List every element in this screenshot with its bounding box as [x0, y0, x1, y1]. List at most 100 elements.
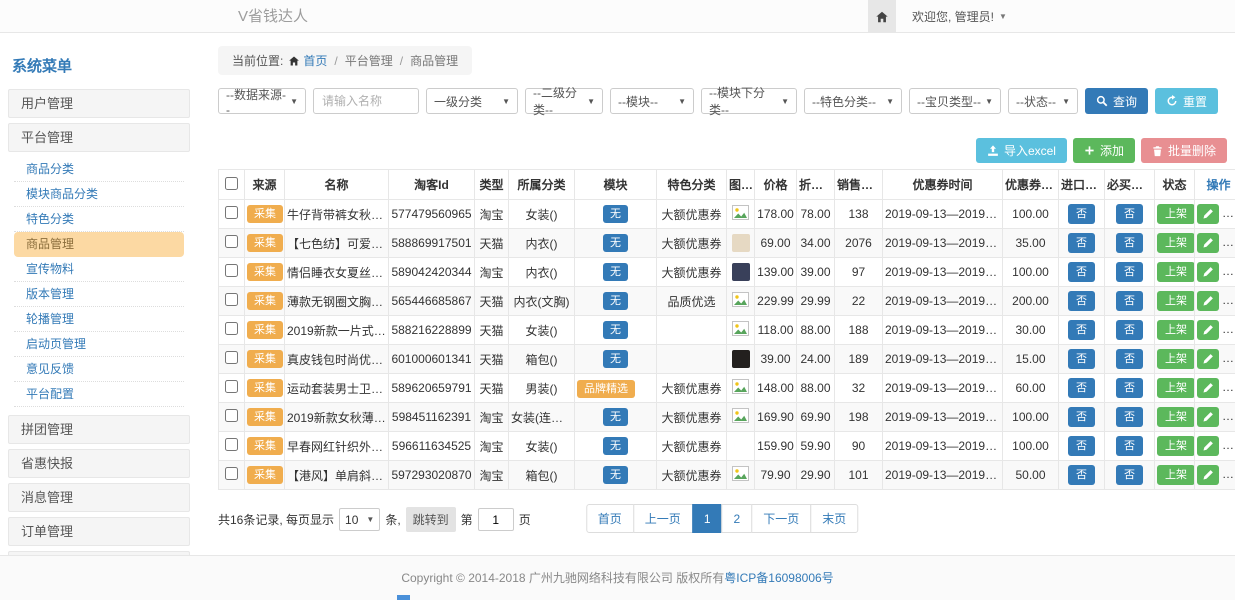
import-toggle-badge[interactable]: 否	[1068, 204, 1095, 224]
status-badge[interactable]: 上架	[1157, 465, 1195, 485]
row-checkbox[interactable]	[225, 351, 238, 364]
edit-button[interactable]	[1197, 233, 1219, 253]
sidebar-group-item[interactable]: 拼团管理	[8, 415, 190, 444]
sidebar-sub-item[interactable]: 平台配置	[14, 382, 184, 407]
must-buy-toggle-badge[interactable]: 否	[1116, 320, 1143, 340]
sales-cell: 32	[835, 374, 883, 403]
must-buy-toggle-badge[interactable]: 否	[1116, 262, 1143, 282]
filter-select[interactable]: --宝贝类型--▼	[909, 88, 1001, 114]
status-badge[interactable]: 上架	[1157, 291, 1195, 311]
sidebar-sub-item[interactable]: 模块商品分类	[14, 182, 184, 207]
import-excel-button[interactable]: 导入excel	[976, 138, 1067, 163]
status-badge[interactable]: 上架	[1157, 262, 1195, 282]
import-toggle-badge[interactable]: 否	[1068, 233, 1095, 253]
import-toggle-badge[interactable]: 否	[1068, 407, 1095, 427]
must-buy-toggle-badge[interactable]: 否	[1116, 233, 1143, 253]
status-badge[interactable]: 上架	[1157, 320, 1195, 340]
sidebar-sub-item[interactable]: 宣传物料	[14, 257, 184, 282]
edit-button[interactable]	[1197, 436, 1219, 456]
row-checkbox[interactable]	[225, 206, 238, 219]
page-number-input[interactable]	[478, 508, 514, 531]
sidebar-sub-item[interactable]: 启动页管理	[14, 332, 184, 357]
edit-button[interactable]	[1197, 407, 1219, 427]
import-toggle-badge[interactable]: 否	[1068, 378, 1095, 398]
import-toggle-badge[interactable]: 否	[1068, 436, 1095, 456]
name-search-input[interactable]	[313, 88, 419, 114]
import-toggle-badge[interactable]: 否	[1068, 291, 1095, 311]
page-button[interactable]: 首页	[586, 504, 634, 533]
sidebar-sub-item[interactable]: 意见反馈	[14, 357, 184, 382]
breadcrumb-item: 商品管理	[410, 52, 458, 69]
status-badge[interactable]: 上架	[1157, 407, 1195, 427]
taoke-id-cell: 577479560965	[389, 200, 475, 229]
page-button-active[interactable]: 1	[692, 504, 723, 533]
edit-button[interactable]	[1197, 349, 1219, 369]
icp-link[interactable]: 粤ICP备16098006号	[724, 571, 833, 585]
must-buy-toggle-badge[interactable]: 否	[1116, 349, 1143, 369]
sidebar-group-item[interactable]: 订单管理	[8, 517, 190, 546]
sidebar-sub-item[interactable]: 商品分类	[14, 157, 184, 182]
page-button[interactable]: 末页	[810, 504, 858, 533]
per-page-select[interactable]: 10 ▼	[339, 508, 380, 531]
must-buy-toggle-badge[interactable]: 否	[1116, 204, 1143, 224]
sidebar-sub-item-active[interactable]: 商品管理	[14, 232, 184, 257]
row-checkbox[interactable]	[225, 264, 238, 277]
status-badge[interactable]: 上架	[1157, 233, 1195, 253]
sidebar-sub-item[interactable]: 版本管理	[14, 282, 184, 307]
import-toggle-badge[interactable]: 否	[1068, 465, 1095, 485]
jump-button[interactable]: 跳转到	[406, 507, 456, 532]
status-badge[interactable]: 上架	[1157, 378, 1195, 398]
reset-button[interactable]: 重置	[1155, 88, 1218, 114]
page-button[interactable]: 2	[722, 504, 753, 533]
edit-button[interactable]	[1197, 262, 1219, 282]
import-toggle-badge[interactable]: 否	[1068, 349, 1095, 369]
row-checkbox[interactable]	[225, 293, 238, 306]
row-checkbox[interactable]	[225, 235, 238, 248]
filter-select[interactable]: --模块--▼	[610, 88, 694, 114]
sidebar-group-item[interactable]: 省惠快报	[8, 449, 190, 478]
home-button[interactable]	[868, 0, 896, 33]
row-checkbox[interactable]	[225, 380, 238, 393]
must-buy-toggle-badge[interactable]: 否	[1116, 465, 1143, 485]
sidebar-sub-item[interactable]: 特色分类	[14, 207, 184, 232]
edit-button[interactable]	[1197, 291, 1219, 311]
status-badge[interactable]: 上架	[1157, 349, 1195, 369]
user-menu[interactable]: 欢迎您, 管理员! ▼	[896, 8, 1007, 25]
search-button[interactable]: 查询	[1085, 88, 1148, 114]
status-badge[interactable]: 上架	[1157, 436, 1195, 456]
sidebar-group-item[interactable]: 用户管理	[8, 89, 190, 118]
filter-select[interactable]: --二级分类--▼	[525, 88, 603, 114]
button-label: 批量删除	[1168, 142, 1216, 159]
select-all-checkbox[interactable]	[225, 177, 238, 190]
filter-select[interactable]: --状态--▼	[1008, 88, 1078, 114]
filter-select[interactable]: --模块下分类--▼	[701, 88, 797, 114]
name-cell: 情侣睡衣女夏丝绸男士...	[285, 258, 389, 287]
row-checkbox[interactable]	[225, 409, 238, 422]
data-source-select[interactable]: --数据来源--▼	[218, 88, 306, 114]
edit-button[interactable]	[1197, 465, 1219, 485]
batch-delete-button[interactable]: 批量删除	[1141, 138, 1227, 163]
status-badge[interactable]: 上架	[1157, 204, 1195, 224]
edit-button[interactable]	[1197, 320, 1219, 340]
filter-select[interactable]: 一级分类▼	[426, 88, 518, 114]
must-buy-toggle-badge[interactable]: 否	[1116, 291, 1143, 311]
sidebar-group-item[interactable]: 平台管理	[8, 123, 190, 152]
must-buy-toggle-badge[interactable]: 否	[1116, 407, 1143, 427]
import-toggle-badge[interactable]: 否	[1068, 262, 1095, 282]
filter-select[interactable]: --特色分类--▼	[804, 88, 902, 114]
breadcrumb-home-link[interactable]: 首页	[288, 52, 327, 69]
must-buy-toggle-badge[interactable]: 否	[1116, 378, 1143, 398]
sidebar-sub-item[interactable]: 轮播管理	[14, 307, 184, 332]
sidebar-group-item[interactable]: 消息管理	[8, 483, 190, 512]
edit-button[interactable]	[1197, 204, 1219, 224]
row-checkbox[interactable]	[225, 467, 238, 480]
page-button[interactable]: 上一页	[633, 504, 693, 533]
edit-button[interactable]	[1197, 378, 1219, 398]
operations-cell	[1195, 316, 1235, 345]
page-button[interactable]: 下一页	[751, 504, 811, 533]
must-buy-toggle-badge[interactable]: 否	[1116, 436, 1143, 456]
row-checkbox[interactable]	[225, 322, 238, 335]
row-checkbox[interactable]	[225, 438, 238, 451]
import-toggle-badge[interactable]: 否	[1068, 320, 1095, 340]
add-button[interactable]: 添加	[1073, 138, 1135, 163]
